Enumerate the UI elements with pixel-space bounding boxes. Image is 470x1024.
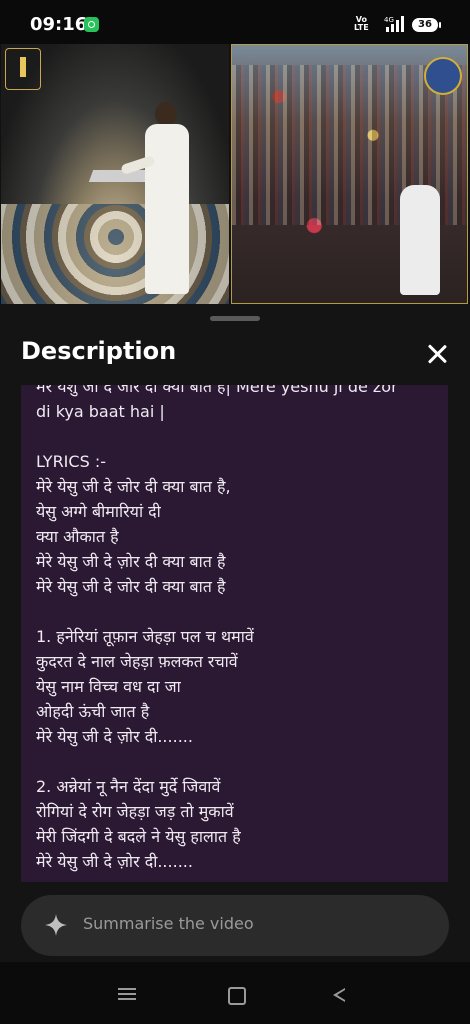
- whatsapp-icon: [84, 17, 99, 32]
- description-line: कुदरत दे नाल जेहड़ा फ़लकत रचावें: [36, 652, 238, 671]
- description-sheet: Description मेरे येशु जी दे जोर दी क्या …: [0, 307, 470, 962]
- white-robed-figure: [400, 185, 440, 295]
- description-line: मेरे येसु जी दे ज़ोर दी.......: [36, 727, 193, 746]
- description-line: मेरी जिंदगी दे बदले ने येसु हालात है: [36, 827, 241, 846]
- video-player[interactable]: [0, 44, 470, 304]
- network-type-label: 4G: [384, 16, 394, 24]
- description-line: मेरे येसु जी दे जोर दी क्या बात है: [36, 577, 226, 596]
- description-line: क्या औकात है: [36, 527, 119, 546]
- back-icon[interactable]: [333, 988, 345, 1002]
- description-line: मेरे येसु जी दे ज़ोर दी.......: [36, 852, 193, 871]
- signal-icon: 4G: [384, 16, 404, 32]
- crowd-camera-pane: [231, 44, 468, 304]
- stage-camera-pane: [1, 44, 229, 304]
- description-line: मेरे येसु जी दे जोर दी क्या बात है,: [36, 477, 231, 496]
- description-line: ओहदी ऊंची जात है: [36, 702, 150, 721]
- system-nav-bar: [0, 962, 470, 1024]
- close-icon[interactable]: [422, 339, 452, 369]
- description-box[interactable]: मेरे येशु जी दे जोर दी क्या बात है| Mere…: [21, 385, 448, 882]
- summarise-input[interactable]: Summarise the video: [21, 895, 449, 956]
- summarise-placeholder: Summarise the video: [83, 914, 254, 933]
- crown-logo: [424, 57, 462, 95]
- menu-icon[interactable]: [118, 988, 136, 1000]
- channel-logo: [5, 48, 41, 90]
- description-line: 1. हनेरियां तूफ़ान जेहड़ा पल च थमावें: [36, 627, 254, 646]
- description-line: येसु अग्गे बीमारियां दी: [36, 502, 161, 521]
- description-line: 2. अन्नेयां नू नैन देंदा मुर्दे जिवावें: [36, 777, 221, 796]
- description-text: मेरे येशु जी दे जोर दी क्या बात है| Mere…: [36, 385, 441, 874]
- status-bar: 09:16 Vo LTE 4G 36: [0, 0, 470, 44]
- floor-pattern: [1, 204, 229, 304]
- volte-label-bottom: LTE: [354, 23, 369, 32]
- battery-icon: 36: [412, 18, 441, 32]
- description-line: मेरे येसु जी दे ज़ोर दी क्या बात है: [36, 552, 226, 571]
- lyrics-heading: LYRICS :-: [36, 452, 106, 471]
- sparkle-icon: [45, 914, 67, 936]
- sheet-title: Description: [21, 337, 177, 365]
- description-line: di kya baat hai |: [36, 402, 165, 421]
- description-line: मेरे येशु जी दे जोर दी क्या बात है| Mere…: [36, 385, 398, 396]
- description-line: रोगियां दे रोग जेहड़ा जड़ तो मुकावें: [36, 802, 234, 821]
- preacher-figure: [120, 102, 191, 302]
- home-icon[interactable]: [228, 987, 246, 1005]
- description-line: येसु नाम विच्च वध दा जा: [36, 677, 181, 696]
- status-time: 09:16: [30, 14, 88, 35]
- drag-handle[interactable]: [210, 316, 260, 321]
- volte-icon: Vo LTE: [354, 16, 369, 32]
